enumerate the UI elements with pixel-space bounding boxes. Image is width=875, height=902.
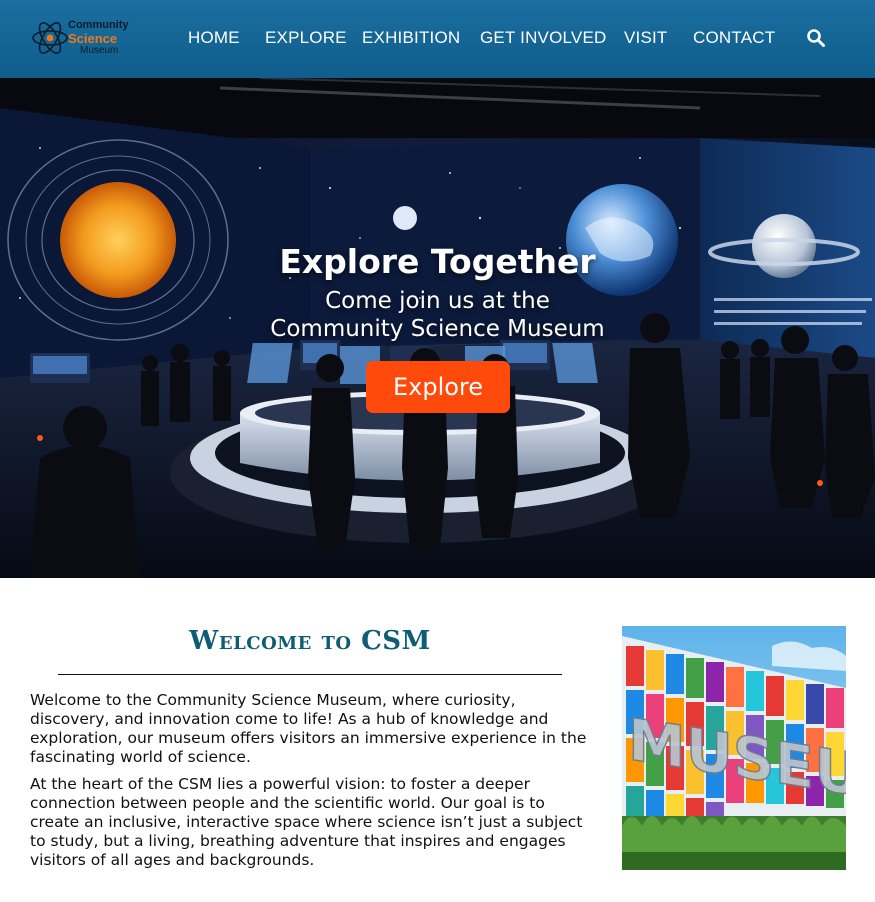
nav-get-involved[interactable]: GET INVOLVED bbox=[480, 28, 606, 48]
welcome-paragraph-1: Welcome to the Community Science Museum,… bbox=[30, 691, 587, 766]
museum-facade-image: MUSEUM bbox=[622, 626, 846, 870]
search-icon bbox=[807, 29, 825, 47]
hero-subtitle-line2: Community Science Museum bbox=[270, 316, 605, 342]
site-header: Community Science Museum HOME EXPLORE EX… bbox=[0, 0, 875, 78]
nav-visit[interactable]: VISIT bbox=[624, 28, 668, 48]
nav-explore[interactable]: EXPLORE bbox=[265, 28, 347, 48]
hero-title: Explore Together bbox=[279, 242, 596, 281]
museum-sign-illustration: MUSEUM bbox=[622, 626, 846, 870]
search-button[interactable] bbox=[806, 28, 826, 48]
hero-subtitle-line1: Come join us at the bbox=[325, 288, 550, 314]
nav-contact[interactable]: CONTACT bbox=[693, 28, 775, 48]
welcome-paragraph-2: At the heart of the CSM lies a powerful … bbox=[30, 775, 583, 869]
main-nav: HOME EXPLORE EXHIBITION GET INVOLVED VIS… bbox=[0, 0, 875, 78]
welcome-heading: Welcome to CSM bbox=[189, 626, 431, 656]
heading-divider bbox=[58, 674, 562, 675]
hero-banner: Explore Together Come join us at the Com… bbox=[0, 78, 875, 578]
explore-button[interactable]: Explore bbox=[366, 361, 510, 413]
nav-home[interactable]: HOME bbox=[188, 28, 240, 48]
nav-exhibition[interactable]: EXHIBITION bbox=[362, 28, 460, 48]
